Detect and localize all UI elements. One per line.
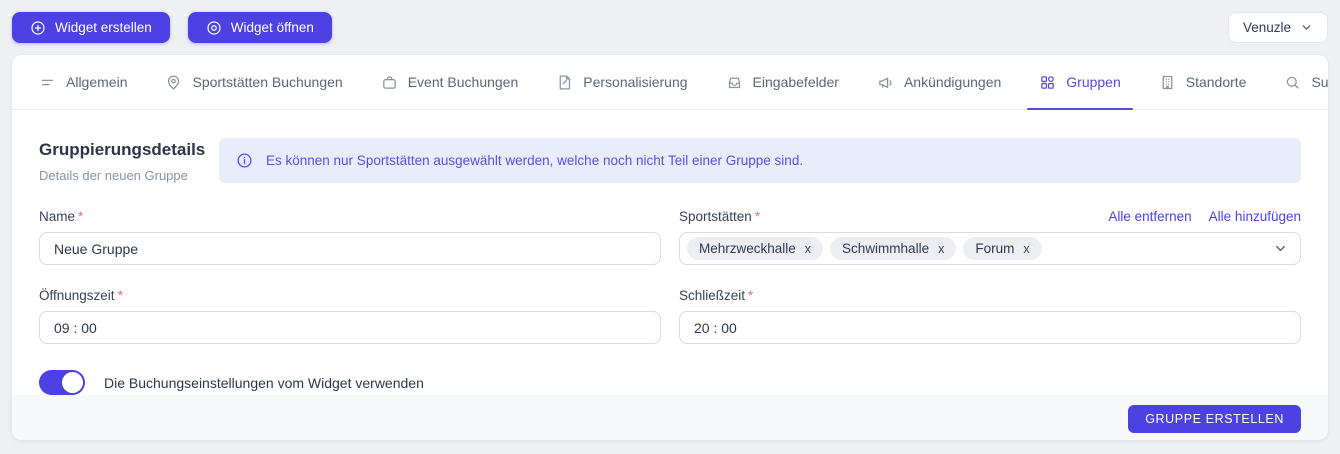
tab-standorte[interactable]: Standorte (1159, 55, 1247, 109)
account-label: Venuzle (1242, 20, 1291, 35)
venue-chip[interactable]: Schwimmhalle x (830, 237, 957, 260)
chip-remove-icon[interactable]: x (938, 242, 944, 256)
info-banner-text: Es können nur Sportstätten ausgewählt we… (266, 153, 804, 168)
page-title: Gruppierungsdetails (39, 140, 206, 159)
widget-settings-toggle-row: Die Buchungseinstellungen vom Widget ver… (39, 370, 1301, 395)
open-widget-button[interactable]: Widget öffnen (187, 12, 332, 43)
inbox-icon (726, 74, 743, 91)
open-widget-label: Widget öffnen (230, 20, 314, 35)
briefcase-icon (381, 74, 398, 91)
chip-remove-icon[interactable]: x (805, 242, 811, 256)
chip-label: Schwimmhalle (842, 241, 930, 256)
card-footer: GRUPPE ERSTELLEN (12, 395, 1328, 440)
add-all-link[interactable]: Alle hinzufügen (1209, 209, 1301, 224)
required-asterisk: * (117, 288, 123, 303)
chip-remove-icon[interactable]: x (1023, 242, 1029, 256)
page-icon (556, 74, 573, 91)
opening-time-field-group: Öffnungszeit * (39, 288, 661, 344)
name-field-group: Name * (39, 209, 661, 265)
map-pin-icon (165, 74, 182, 91)
venue-chip[interactable]: Forum x (963, 237, 1042, 260)
tab-eingabefelder[interactable]: Eingabefelder (726, 55, 839, 109)
tab-label: Eingabefelder (752, 74, 839, 90)
tab-ankuendigungen[interactable]: Ankündigungen (877, 55, 1001, 109)
name-label: Name * (39, 209, 84, 224)
plus-circle-icon (30, 20, 46, 36)
settings-card: Allgemein Sportstätten Buchungen Event B… (12, 55, 1328, 440)
tab-sportstaetten-buchungen[interactable]: Sportstätten Buchungen (165, 55, 343, 109)
remove-all-link[interactable]: Alle entfernen (1108, 209, 1191, 224)
venue-chip[interactable]: Mehrzweckhalle x (687, 237, 824, 260)
tab-label: Personalisierung (583, 74, 688, 90)
grid-icon (1039, 74, 1056, 91)
tab-allgemein[interactable]: Allgemein (39, 55, 127, 109)
chip-label: Mehrzweckhalle (699, 241, 796, 256)
tabbar: Allgemein Sportstätten Buchungen Event B… (12, 55, 1328, 110)
chip-label: Forum (975, 241, 1015, 256)
search-icon (1284, 74, 1301, 91)
venues-field-group: Sportstätten * Alle entfernen Alle hinzuf… (679, 209, 1301, 265)
closing-time-label: Schließzeit * (679, 288, 754, 303)
required-asterisk: * (748, 288, 754, 303)
tab-label: Event Buchungen (407, 74, 519, 90)
eye-icon (206, 20, 222, 36)
page-subtitle: Details der neuen Gruppe (39, 168, 188, 183)
tab-label: Allgemein (66, 74, 128, 90)
opening-time-label: Öffnungszeit * (39, 288, 123, 303)
tab-label: Sportstätten Buchungen (192, 74, 343, 90)
tab-label: Standorte (1185, 74, 1247, 90)
closing-time-input[interactable] (679, 311, 1301, 344)
opening-time-input[interactable] (39, 311, 661, 344)
create-widget-label: Widget erstellen (55, 20, 152, 35)
toggle-label: Die Buchungseinstellungen vom Widget ver… (104, 374, 424, 391)
tab-personalisierung[interactable]: Personalisierung (556, 55, 688, 109)
tab-content-gruppen: Gruppierungsdetails Details der neuen Gr… (12, 110, 1328, 395)
create-group-button[interactable]: GRUPPE ERSTELLEN (1128, 405, 1301, 433)
required-asterisk: * (78, 209, 84, 224)
megaphone-icon (877, 74, 894, 91)
chevron-down-icon (1300, 21, 1313, 34)
topbar: Widget erstellen Widget öffnen Venuzle (0, 0, 1340, 55)
tab-label: Ankündigungen (903, 74, 1002, 90)
name-input[interactable] (39, 232, 661, 265)
required-asterisk: * (754, 209, 761, 224)
chevron-down-icon (1273, 241, 1288, 256)
list-icon (39, 74, 56, 91)
toggle-knob (62, 372, 83, 393)
account-dropdown[interactable]: Venuzle (1227, 12, 1328, 43)
tab-label: Gruppen (1066, 74, 1121, 90)
create-widget-button[interactable]: Widget erstellen (12, 12, 170, 43)
group-form: Name* Sportstätten* Alle entfernen Alle … (39, 209, 1301, 344)
venues-multiselect[interactable]: Mehrzweckhalle x Schwimmhalle x Forum x (679, 232, 1301, 265)
tab-gruppen[interactable]: Gruppen (1027, 55, 1134, 110)
tab-event-buchungen[interactable]: Event Buchungen (381, 55, 519, 109)
building-icon (1159, 74, 1176, 91)
closing-time-field-group: Schließzeit * (679, 288, 1301, 344)
venues-label: Sportstätten * (679, 209, 761, 224)
info-banner: Es können nur Sportstätten ausgewählt we… (219, 138, 1301, 183)
use-widget-settings-toggle[interactable] (39, 370, 85, 395)
tab-label: Suche (1311, 74, 1328, 90)
info-icon (236, 152, 253, 169)
tab-suche[interactable]: Suche (1284, 55, 1328, 109)
